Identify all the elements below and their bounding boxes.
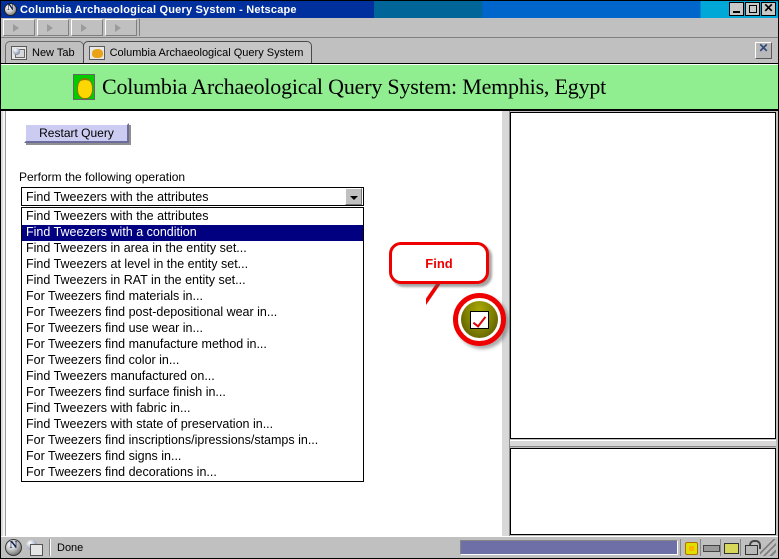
operation-option[interactable]: For Tweezers find materials in... bbox=[22, 289, 363, 305]
operation-label: Perform the following operation bbox=[19, 170, 186, 184]
operation-option[interactable]: Find Tweezers with the attributes bbox=[22, 209, 363, 225]
status-bar: Done bbox=[1, 536, 778, 558]
right-column bbox=[510, 111, 778, 536]
maximize-button[interactable] bbox=[745, 2, 760, 16]
chevron-down-icon[interactable] bbox=[345, 188, 362, 205]
minimize-button[interactable] bbox=[729, 2, 744, 16]
results-pane-bottom bbox=[510, 448, 776, 535]
operation-select-value: Find Tweezers with the attributes bbox=[26, 189, 209, 204]
scarab-logo-icon bbox=[73, 74, 95, 100]
operation-option[interactable]: For Tweezers find decorations in... bbox=[22, 465, 363, 481]
progress-bar bbox=[460, 540, 678, 555]
nav-button-4[interactable] bbox=[105, 19, 137, 36]
tab-strip: New Tab Columbia Archaeological Query Sy… bbox=[1, 38, 778, 64]
operation-option[interactable]: Find Tweezers at level in the entity set… bbox=[22, 257, 363, 273]
operation-option[interactable]: Find Tweezers with fabric in... bbox=[22, 401, 363, 417]
operation-option[interactable]: For Tweezers find signs in... bbox=[22, 449, 363, 465]
operation-option[interactable]: Find Tweezers in RAT in the entity set..… bbox=[22, 273, 363, 289]
status-divider bbox=[49, 539, 51, 556]
window-controls: ✕ bbox=[729, 1, 776, 16]
new-tab-icon bbox=[11, 45, 27, 60]
nav-toolbar bbox=[1, 18, 778, 38]
nav-button-1[interactable] bbox=[3, 19, 35, 36]
horizontal-splitter[interactable] bbox=[510, 440, 776, 447]
tab-close-button[interactable] bbox=[755, 41, 772, 59]
content-area: Restart Query Perform the following oper… bbox=[1, 111, 778, 536]
operation-option[interactable]: For Tweezers find inscriptions/ipression… bbox=[22, 433, 363, 449]
tab-label: New Tab bbox=[32, 46, 75, 59]
tab-columbia-archaeological-query-system[interactable]: Columbia Archaeological Query System bbox=[82, 41, 313, 63]
operation-option[interactable]: For Tweezers find post-depositional wear… bbox=[22, 305, 363, 321]
browser-window: Columbia Archaeological Query System - N… bbox=[0, 0, 779, 559]
results-pane-top bbox=[510, 112, 776, 439]
scarab-icon bbox=[88, 45, 105, 60]
title-bar: Columbia Archaeological Query System - N… bbox=[1, 1, 778, 18]
operation-option[interactable]: For Tweezers find surface finish in... bbox=[22, 385, 363, 401]
close-button[interactable]: ✕ bbox=[761, 1, 776, 16]
mail-icon[interactable] bbox=[720, 539, 740, 556]
operation-option[interactable]: For Tweezers find color in... bbox=[22, 353, 363, 369]
resize-grip-icon[interactable] bbox=[760, 539, 776, 556]
restart-query-button[interactable]: Restart Query bbox=[24, 123, 129, 143]
tab-new-tab[interactable]: New Tab bbox=[5, 41, 84, 63]
netscape-icon[interactable] bbox=[5, 539, 22, 556]
operation-option[interactable]: Find Tweezers manufactured on... bbox=[22, 369, 363, 385]
operation-option[interactable]: For Tweezers find manufacture method in.… bbox=[22, 337, 363, 353]
window-title: Columbia Archaeological Query System - N… bbox=[20, 3, 297, 16]
find-target-highlight-ring bbox=[453, 293, 506, 346]
nav-button-2[interactable] bbox=[37, 19, 69, 36]
status-text: Done bbox=[57, 541, 84, 554]
operation-select[interactable]: Find Tweezers with the attributes bbox=[21, 187, 364, 206]
nav-button-3[interactable] bbox=[71, 19, 103, 36]
operation-option[interactable]: For Tweezers find use wear in... bbox=[22, 321, 363, 337]
query-form-pane: Restart Query Perform the following oper… bbox=[6, 111, 501, 536]
page-header: Columbia Archaeological Query System: Me… bbox=[1, 64, 778, 111]
operation-option-list[interactable]: Find Tweezers with the attributes Find Tw… bbox=[21, 207, 364, 482]
operation-option[interactable]: Find Tweezers with a condition bbox=[22, 225, 363, 241]
warning-icon[interactable] bbox=[680, 539, 700, 556]
composer-icon[interactable] bbox=[26, 539, 43, 556]
netscape-icon bbox=[4, 2, 17, 16]
page-title: Columbia Archaeological Query System: Me… bbox=[102, 74, 607, 99]
operation-option[interactable]: Find Tweezers with state of preservation… bbox=[22, 417, 363, 433]
nav-toolbar-filler bbox=[139, 19, 778, 36]
lock-icon[interactable] bbox=[740, 539, 761, 556]
find-callout-label: Find bbox=[425, 255, 453, 271]
operation-option[interactable]: Find Tweezers in area in the entity set.… bbox=[22, 241, 363, 257]
find-callout-bubble: Find bbox=[389, 242, 489, 284]
tab-label: Columbia Archaeological Query System bbox=[109, 46, 304, 59]
plugin-icon[interactable] bbox=[700, 539, 720, 556]
